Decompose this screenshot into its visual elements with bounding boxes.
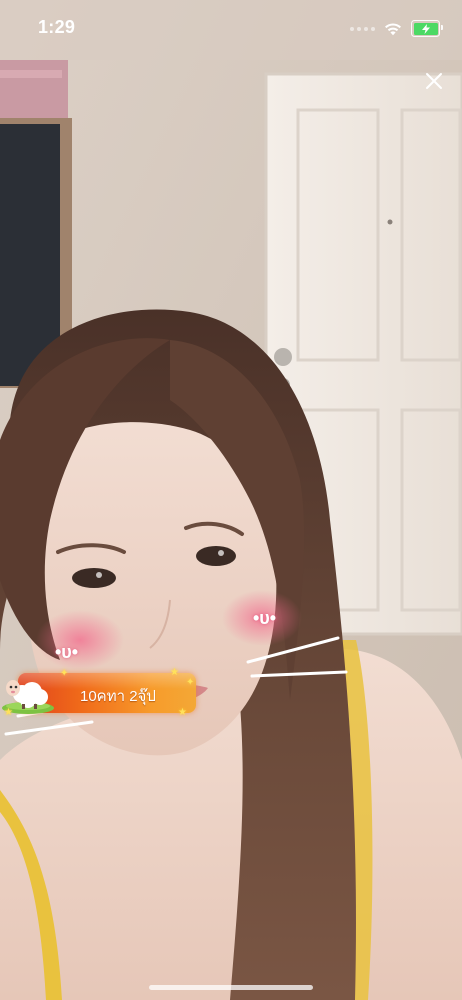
sparkle-icon: ★ [178, 707, 187, 718]
close-icon [426, 73, 442, 89]
cellular-signal-icon [350, 26, 375, 31]
live-video-feed [0, 0, 462, 1000]
live-stream-screen: •υ• •υ• 1:29 10คทา 2จุ๊ป ★ ✦ ★ ★ ✦ [0, 0, 462, 1000]
status-time: 1:29 [38, 17, 76, 37]
status-bar: 1:29 [0, 0, 462, 58]
battery-charging-icon [411, 20, 443, 37]
left-blush [36, 610, 124, 670]
door-handle [274, 348, 292, 366]
sparkle-icon: ✦ [60, 668, 69, 679]
close-button[interactable] [420, 67, 448, 95]
sparkle-icon: ★ [4, 707, 13, 718]
left-eye [72, 568, 116, 588]
wifi-icon [385, 22, 401, 35]
home-indicator[interactable] [149, 985, 313, 990]
gift-banner-text: 10คทา 2จุ๊ป [80, 688, 156, 705]
sparkle-icon: ✦ [186, 677, 195, 688]
status-icons [350, 20, 443, 37]
sparkle-icon: ★ [170, 667, 179, 678]
right-eye [196, 546, 236, 566]
right-cheek-emoticon: •υ• [253, 608, 277, 628]
pink-box [0, 60, 68, 120]
left-cheek-emoticon: •υ• [55, 642, 79, 662]
gift-notification-banner: 10คทา 2จุ๊ป ★ ✦ ★ ★ ✦ [0, 667, 202, 718]
